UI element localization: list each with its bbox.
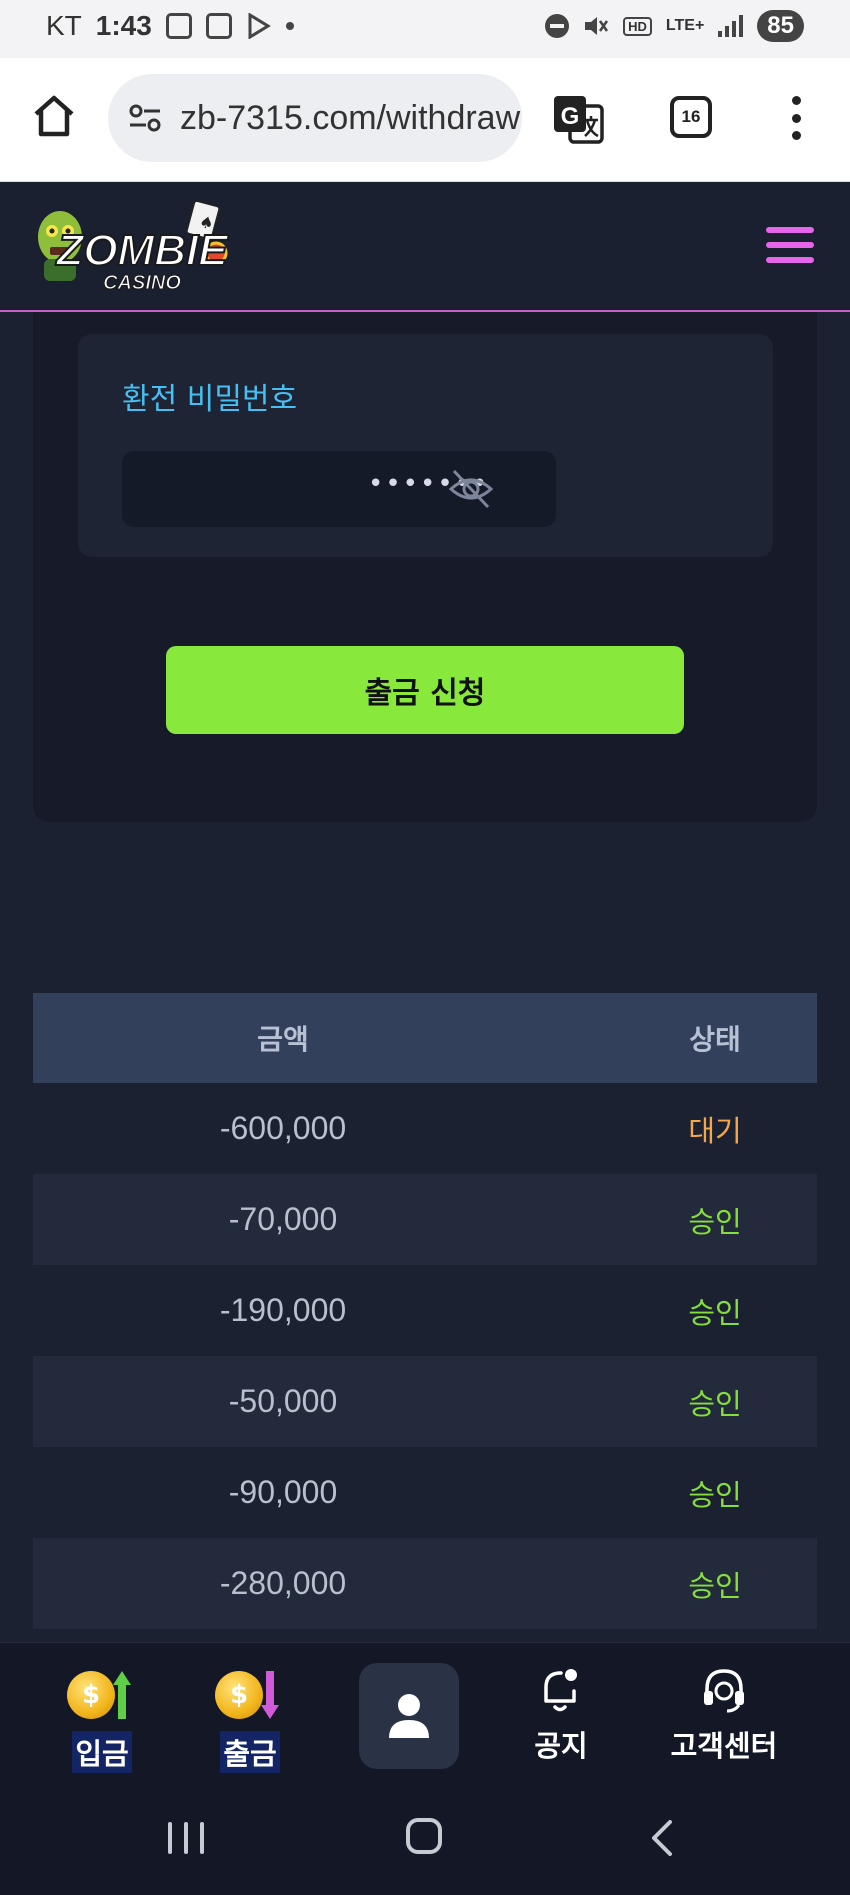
nav-support-label: 고객센터	[670, 1729, 778, 1763]
status-cell: 대기	[688, 1113, 742, 1148]
clock: 1:43	[95, 10, 152, 41]
translate-icon[interactable]: G	[552, 94, 604, 144]
table-row: -50,000 승인	[33, 1356, 817, 1447]
recent-apps-button[interactable]	[168, 1822, 204, 1854]
system-navigation-bar	[0, 1784, 850, 1895]
table-row: -280,000 승인	[33, 1538, 817, 1629]
nav-deposit[interactable]: $ 입금	[62, 1643, 142, 1785]
logo-text: ZOMBIE	[54, 226, 229, 275]
bottom-navigation: $ 입금 $ 출금 공지 고객센터	[0, 1642, 850, 1784]
user-icon	[389, 1694, 429, 1738]
password-field[interactable]: •••••••	[122, 451, 556, 527]
table-row: -600,000 대기	[33, 1083, 817, 1174]
mute-icon	[585, 17, 609, 35]
table-row: -90,000 승인	[33, 1447, 817, 1538]
status-cell: 승인	[688, 1295, 742, 1330]
carrier-label: KT	[46, 10, 82, 41]
password-card: 환전 비밀번호 •••••••	[78, 334, 773, 557]
tab-switcher-button[interactable]: 16	[670, 96, 712, 138]
nav-withdraw-label: 출금	[220, 1731, 280, 1773]
do-not-disturb-icon	[545, 14, 570, 38]
amount-header: 금액	[257, 1023, 309, 1056]
amount-cell: -70,000	[228, 1201, 338, 1237]
deposit-coin-icon: $	[67, 1669, 137, 1723]
status-cell: 승인	[688, 1568, 742, 1603]
battery-level: 85	[757, 10, 804, 42]
site-menu-button[interactable]	[766, 227, 814, 263]
more-notifications-icon	[285, 22, 294, 30]
withdraw-coin-icon: $	[215, 1669, 285, 1723]
address-bar[interactable]: zb-7315.com/withdraw	[108, 74, 522, 162]
status-header: 상태	[689, 1023, 741, 1056]
bell-icon	[544, 1669, 577, 1712]
table-row: -70,000 승인	[33, 1174, 817, 1265]
network-type: LTE+	[665, 17, 705, 34]
nav-notice[interactable]: 공지	[520, 1643, 602, 1785]
eye-off-icon[interactable]	[448, 467, 494, 511]
amount-cell: -600,000	[219, 1110, 347, 1146]
nav-support[interactable]: 고객센터	[652, 1643, 796, 1785]
withdraw-request-button[interactable]: 출금 신청	[166, 646, 684, 734]
headset-icon	[704, 1669, 744, 1713]
back-icon[interactable]	[650, 1820, 674, 1856]
play-store-icon	[248, 13, 271, 39]
screen: KT 1:43 HD LTE+ 85 zb-7315.com/withdraw …	[0, 0, 850, 1895]
hd-voice-icon: HD	[623, 16, 652, 36]
nav-withdraw[interactable]: $ 출금	[210, 1643, 290, 1785]
browser-menu-button[interactable]	[784, 96, 808, 140]
withdraw-history-table: 금액 상태 -600,000 대기 -70,000 승인 -190,000 승인…	[33, 993, 817, 1629]
password-label: 환전 비밀번호	[122, 382, 298, 417]
browser-toolbar: zb-7315.com/withdraw G 16	[0, 58, 850, 182]
home-icon[interactable]	[30, 92, 78, 140]
url-text: zb-7315.com/withdraw	[180, 98, 521, 137]
amount-cell: -50,000	[228, 1383, 338, 1419]
svg-text:G: G	[561, 103, 580, 130]
amount-cell: -280,000	[219, 1565, 347, 1601]
signal-icon	[718, 15, 744, 37]
status-bar: KT 1:43 HD LTE+ 85	[0, 0, 850, 58]
site-header: ♠ ZOMBIE CASINO	[0, 183, 850, 312]
nav-profile[interactable]	[359, 1663, 459, 1769]
site-settings-icon[interactable]	[128, 104, 162, 132]
nav-notice-label: 공지	[534, 1729, 588, 1763]
nav-deposit-label: 입금	[72, 1731, 132, 1773]
status-cell: 승인	[688, 1477, 742, 1512]
logo-subtext: CASINO	[103, 272, 181, 294]
table-row: -190,000 승인	[33, 1265, 817, 1356]
notification-b-icon	[165, 13, 192, 39]
screenshot-icon	[205, 13, 232, 39]
system-home-button[interactable]	[406, 1818, 442, 1854]
table-header: 금액 상태	[33, 993, 817, 1083]
amount-cell: -190,000	[219, 1292, 347, 1328]
status-cell: 승인	[688, 1204, 742, 1239]
status-cell: 승인	[688, 1386, 742, 1421]
amount-cell: -90,000	[228, 1474, 338, 1510]
zombie-casino-logo[interactable]: ♠ ZOMBIE CASINO	[30, 197, 250, 297]
